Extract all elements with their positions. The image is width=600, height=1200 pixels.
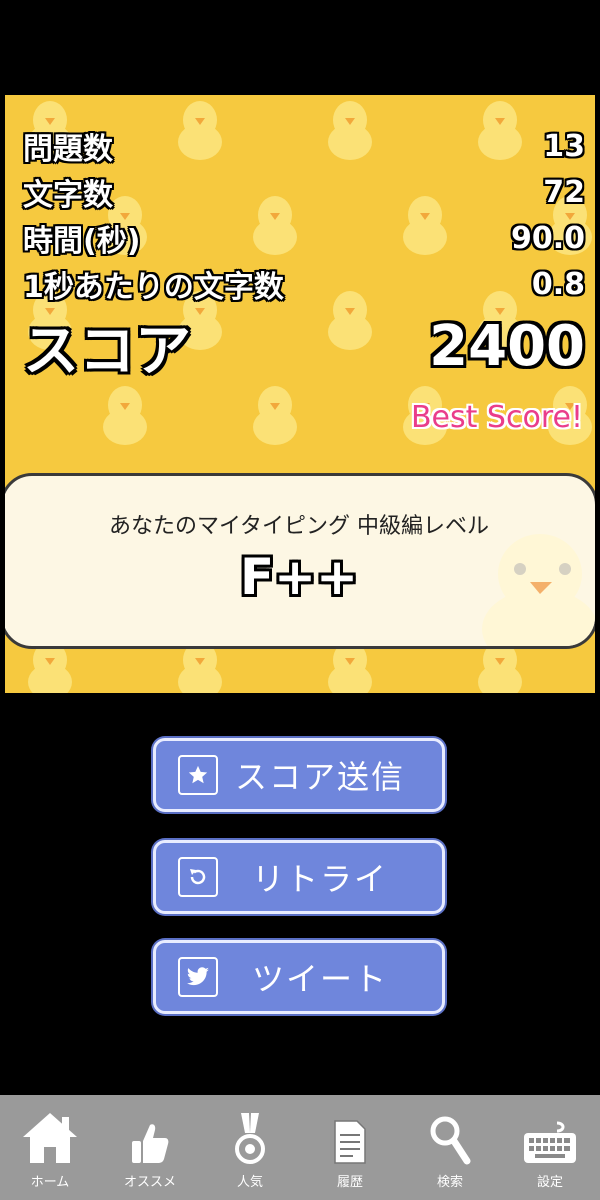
score-row: スコア 2400 [23,307,585,385]
nav-label-search: 検索 [436,1175,463,1190]
home-icon [21,1107,79,1165]
nav-label-home: ホーム [30,1175,70,1190]
retry-button[interactable]: リトライ [153,840,445,914]
magnifier-icon [429,1107,471,1165]
stats-list: 問題数 13 文字数 72 時間(秒) 90.0 1秒あたりの文字数 0.8 ス… [23,123,585,385]
stat-label: 問題数 [23,132,113,167]
nav-label-recommend: オススメ [123,1175,176,1190]
stat-row-questions: 問題数 13 [23,123,585,169]
best-score-badge: Best Score! [410,400,583,435]
retry-icon [178,857,218,897]
stat-label: 時間(秒) [23,224,141,259]
bottom-nav: ホーム オススメ 人気 履歴 検索 設定 [0,1095,600,1200]
stat-value: 0.8 [531,266,585,302]
stat-row-chars-per-second: 1秒あたりの文字数 0.8 [23,261,585,307]
stat-value: 72 [543,174,585,210]
level-card: あなたのマイタイピング 中級編レベル F++ [5,473,595,649]
nav-item-popular[interactable]: 人気 [200,1095,300,1200]
send-score-button[interactable]: スコア送信 [153,738,445,812]
stat-label: 文字数 [23,178,113,213]
medal-icon [235,1107,265,1165]
keyboard-icon [521,1107,579,1165]
stat-value: 13 [543,128,585,164]
nav-item-home[interactable]: ホーム [0,1095,100,1200]
tweet-label: ツイート [251,960,388,998]
score-value: 2400 [429,313,585,379]
level-rank: F++ [240,548,358,606]
twitter-bird-icon [178,957,218,997]
retry-label: リトライ [251,860,388,898]
nav-item-settings[interactable]: 設定 [500,1095,600,1200]
thumbs-up-icon [130,1107,170,1165]
level-label: あなたのマイタイピング 中級編レベル [108,514,490,539]
result-panel: 問題数 13 文字数 72 時間(秒) 90.0 1秒あたりの文字数 0.8 ス… [5,95,595,693]
nav-label-settings: 設定 [536,1175,563,1190]
send-score-label: スコア送信 [234,758,405,796]
stat-label: 1秒あたりの文字数 [23,270,284,305]
tweet-button[interactable]: ツイート [153,940,445,1014]
nav-item-history[interactable]: 履歴 [300,1095,400,1200]
star-icon [178,755,218,795]
stat-row-characters: 文字数 72 [23,169,585,215]
document-icon [333,1107,367,1165]
top-spacer [0,0,600,95]
nav-label-popular: 人気 [236,1175,263,1190]
stat-row-time: 時間(秒) 90.0 [23,215,585,261]
nav-item-recommend[interactable]: オススメ [100,1095,200,1200]
stat-value: 90.0 [510,220,585,256]
nav-item-search[interactable]: 検索 [400,1095,500,1200]
nav-label-history: 履歴 [336,1175,363,1190]
score-label: スコア [23,318,191,384]
